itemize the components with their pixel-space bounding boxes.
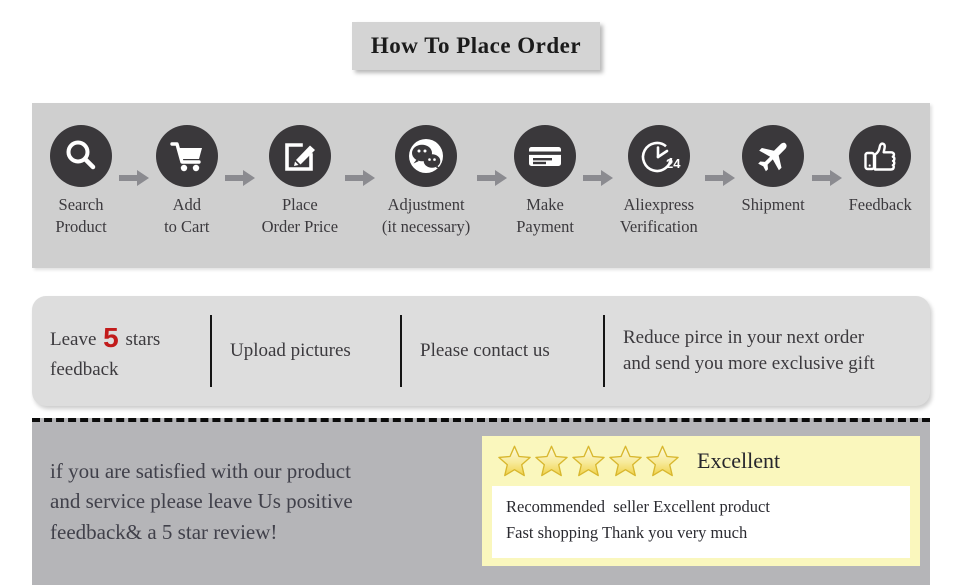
step-feedback: Feedback xyxy=(849,125,912,216)
arrow-right-icon xyxy=(117,147,151,209)
review-line: Fast shopping Thank you very much xyxy=(506,522,748,542)
step-label: Shipment xyxy=(741,195,805,214)
promo-banner: How To Place Order Search Product Add to… xyxy=(0,0,960,585)
shopping-cart-icon xyxy=(155,125,218,187)
star-icon xyxy=(572,445,605,477)
feedback-request-panel: if you are satisfied with our product an… xyxy=(32,418,930,585)
feedback-request-message: if you are satisfied with our product an… xyxy=(50,459,353,544)
arrow-right-icon xyxy=(475,147,509,209)
step-label: Make Payment xyxy=(516,195,574,236)
promise-text: Leave 5 stars feedback xyxy=(50,319,160,384)
review-header: Excellent xyxy=(492,442,910,480)
order-steps-panel: Search Product Add to Cart Place Order P… xyxy=(32,103,930,268)
step-place-order-price: Place Order Price xyxy=(261,125,339,238)
page-title: How To Place Order xyxy=(370,33,582,58)
arrow-right-icon xyxy=(810,147,844,209)
promise-cell-reduce-price: Reduce pirce in your next order and send… xyxy=(605,296,930,406)
promise-cell-leave-5-stars: Leave 5 stars feedback xyxy=(32,296,212,406)
step-label: Add to Cart xyxy=(164,195,210,236)
step-label: Aliexpress Verification xyxy=(619,195,698,236)
step-aliexpress-verification: 24 Aliexpress Verification xyxy=(620,125,698,238)
step-label: Search Product xyxy=(55,195,107,236)
credit-card-icon xyxy=(514,125,577,187)
step-label: Feedback xyxy=(848,195,912,214)
step-add-to-cart: Add to Cart xyxy=(155,125,218,238)
arrow-right-icon xyxy=(703,147,737,209)
review-rating-label: Excellent xyxy=(697,448,781,473)
star-icon xyxy=(498,445,531,477)
promise-cell-contact-us: Please contact us xyxy=(402,296,605,406)
search-icon xyxy=(50,125,112,187)
airplane-icon xyxy=(742,125,805,187)
star-icon xyxy=(609,445,642,477)
arrow-right-icon xyxy=(223,147,257,209)
star-icon xyxy=(646,445,679,477)
svg-text:24: 24 xyxy=(666,156,681,171)
order-steps-row: Search Product Add to Cart Place Order P… xyxy=(32,103,930,268)
arrow-right-icon xyxy=(581,147,615,209)
promise-text: Upload pictures xyxy=(230,339,351,361)
rating-number-highlight: 5 xyxy=(103,321,119,353)
promise-text-before: Leave xyxy=(50,328,102,350)
promise-cell-upload-pictures: Upload pictures xyxy=(212,296,402,406)
page-title-box: How To Place Order xyxy=(352,22,600,70)
step-make-payment: Make Payment xyxy=(514,125,577,238)
star-icon xyxy=(535,445,568,477)
wechat-chat-icon xyxy=(395,125,458,187)
promise-text: Please contact us xyxy=(420,339,550,361)
seller-promise-panel: Leave 5 stars feedback Upload pictures P… xyxy=(32,296,930,406)
sample-review-card: Excellent Recommended seller Excellent p… xyxy=(482,436,920,566)
edit-square-icon xyxy=(268,125,331,187)
thumbs-up-icon xyxy=(849,125,912,187)
dashed-divider xyxy=(32,418,930,422)
step-label: Adjustment (it necessary) xyxy=(381,195,471,236)
promise-text: Reduce pirce in your next order and send… xyxy=(623,326,875,374)
step-adjustment: Adjustment (it necessary) xyxy=(382,125,470,238)
step-search-product: Search Product xyxy=(50,125,112,238)
review-body: Recommended seller Excellent product Fas… xyxy=(492,486,910,558)
star-rating xyxy=(496,443,681,479)
arrow-right-icon xyxy=(343,147,377,209)
step-label: Place Order Price xyxy=(261,195,339,236)
clock-24-icon: 24 xyxy=(627,125,690,187)
review-line: Recommended seller Excellent product xyxy=(506,497,770,516)
step-shipment: Shipment xyxy=(742,125,805,216)
